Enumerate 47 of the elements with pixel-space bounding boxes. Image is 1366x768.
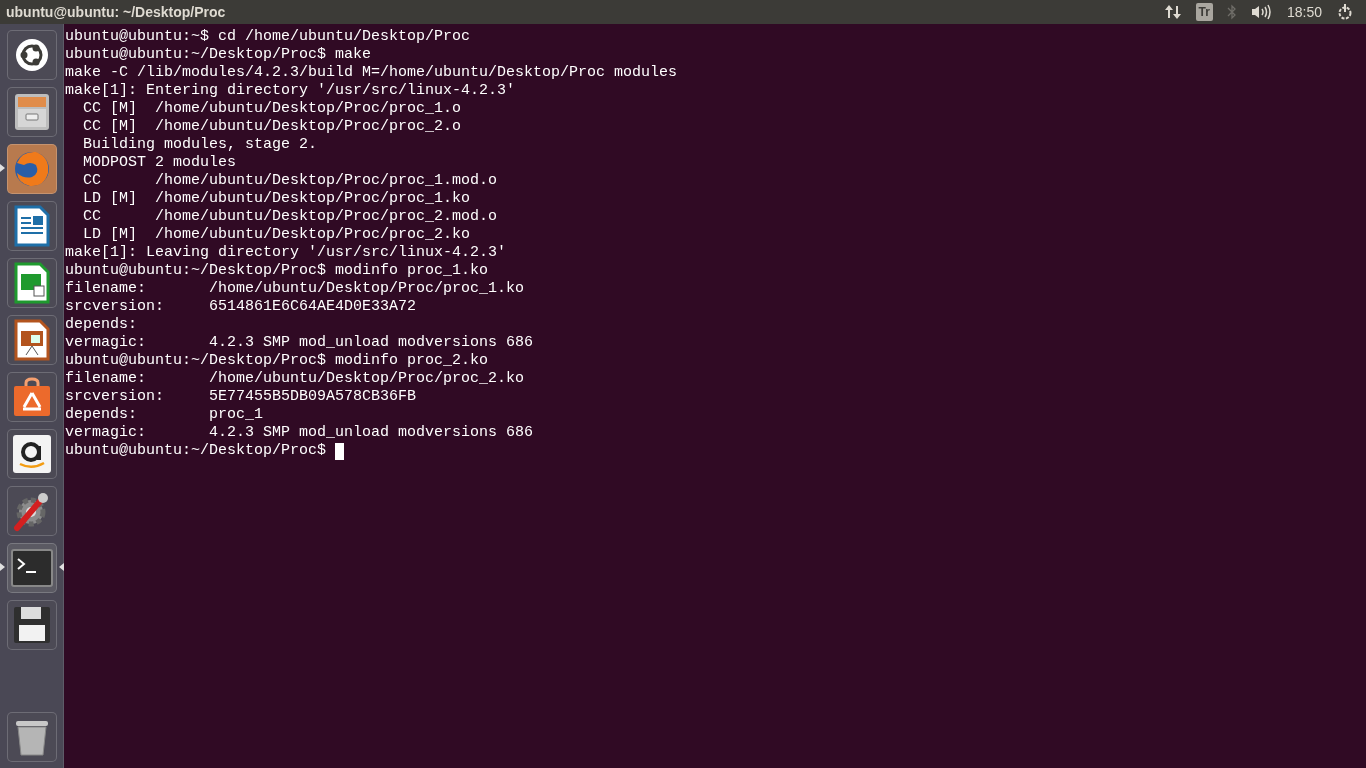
terminal-line: vermagic: 4.2.3 SMP mod_unload modversions 686 <box>65 334 534 352</box>
launcher-icon[interactable] <box>7 29 57 80</box>
terminal-line: ubuntu@ubuntu:~/Desktop/Proc$ make <box>65 46 372 64</box>
keyboard-layout-indicator[interactable]: Tr <box>1195 3 1213 21</box>
shopping-bag-icon <box>12 376 52 417</box>
text-document-icon <box>14 204 50 247</box>
ubuntu-logo-icon <box>15 37 49 72</box>
terminal-line: depends: <box>65 316 138 334</box>
terminal-line: CC [M] /home/ubuntu/Desktop/Proc/proc_2.o <box>82 118 462 136</box>
text-cursor <box>335 442 345 460</box>
power-gear-icon[interactable] <box>1336 3 1354 21</box>
terminal-line: ubuntu@ubuntu:~$ cd /home/ubuntu/Desktop/Proc <box>65 28 471 46</box>
volume-icon[interactable] <box>1250 4 1273 20</box>
presentation-icon <box>14 318 50 361</box>
launcher-icon[interactable] <box>7 257 57 308</box>
terminal-line: ubuntu@ubuntu:~/Desktop/Proc$ modinfo proc_1.ko <box>65 262 489 280</box>
terminal-line: srcversion: 6514861E6C64AE4D0E33A72 <box>65 298 417 316</box>
launcher-icon[interactable] <box>7 371 57 422</box>
terminal-line: Building modules, stage 2. <box>82 136 318 154</box>
terminal-line: make -C /lib/modules/4.2.3/build M=/home/ubuntu/Desktop/Proc modules <box>65 64 678 82</box>
terminal-prompt: ubuntu@ubuntu:~/Desktop/Proc$ <box>65 442 328 460</box>
terminal-line: LD [M] /home/ubuntu/Desktop/Proc/proc_2.ko <box>82 226 471 244</box>
spreadsheet-icon <box>14 261 50 304</box>
terminal-line: CC [M] /home/ubuntu/Desktop/Proc/proc_1.o <box>82 100 462 118</box>
network-arrows-icon[interactable] <box>1163 3 1182 21</box>
terminal-line: filename: /home/ubuntu/Desktop/Proc/proc_1.ko <box>65 280 525 298</box>
terminal-line: depends: proc_1 <box>65 406 264 424</box>
file-cabinet-icon <box>13 91 51 132</box>
launcher-icon[interactable] <box>7 314 57 365</box>
terminal-line: make[1]: Leaving directory '/usr/src/linux-4.2.3' <box>65 244 507 262</box>
window-title: ubuntu@ubuntu: ~/Desktop/Proc <box>6 2 226 22</box>
launcher-icon[interactable] <box>7 428 57 479</box>
launcher-icon[interactable] <box>7 86 57 137</box>
terminal-line: LD [M] /home/ubuntu/Desktop/Proc/proc_1.ko <box>82 190 471 208</box>
letter-a-smile-icon <box>12 433 52 474</box>
terminal-prompt-icon <box>11 548 53 587</box>
terminal-line: filename: /home/ubuntu/Desktop/Proc/proc_2.ko <box>65 370 525 388</box>
terminal-line: CC /home/ubuntu/Desktop/Proc/proc_1.mod.o <box>82 172 498 190</box>
terminal-line: make[1]: Entering directory '/usr/src/linux-4.2.3' <box>65 82 516 100</box>
clock[interactable]: 18:50 <box>1286 1 1322 23</box>
launcher-icon[interactable] <box>7 599 57 650</box>
launcher-icon[interactable] <box>7 200 57 251</box>
terminal-line: ubuntu@ubuntu:~/Desktop/Proc$ modinfo proc_2.ko <box>65 352 489 370</box>
terminal-line: MODPOST 2 modules <box>82 154 237 172</box>
terminal-line: vermagic: 4.2.3 SMP mod_unload modversions 686 <box>65 424 534 442</box>
terminal-line: CC /home/ubuntu/Desktop/Proc/proc_2.mod.o <box>82 208 498 226</box>
terminal-line: srcversion: 5E77455B5DB09A578CB36FB <box>65 388 417 406</box>
